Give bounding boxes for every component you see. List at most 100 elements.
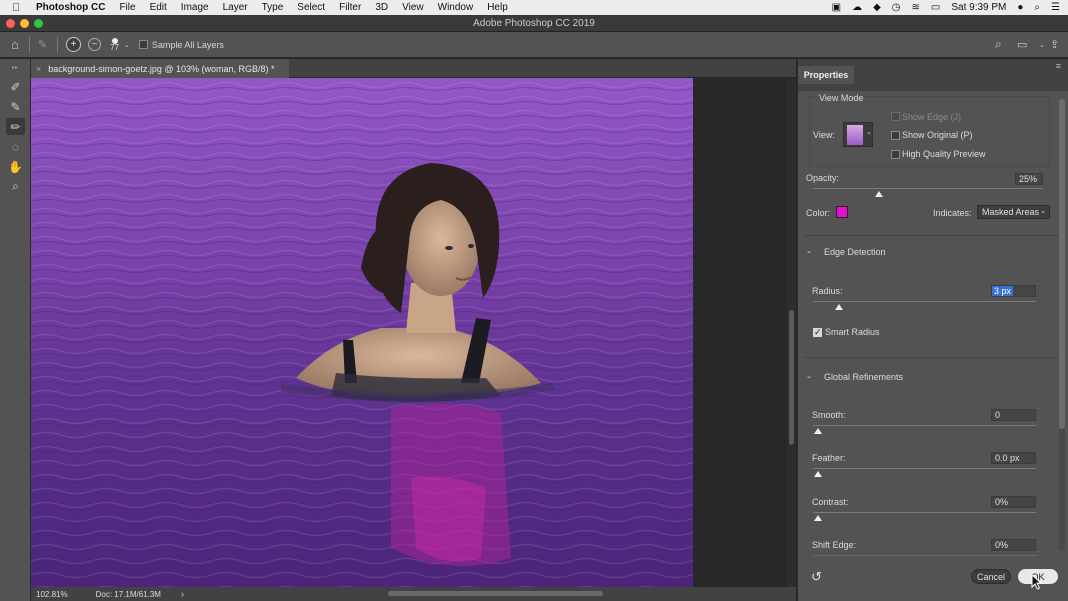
- indicates-dropdown[interactable]: Masked Areas ⌄: [977, 205, 1050, 219]
- radius-slider-track[interactable]: [813, 301, 1036, 302]
- quick-selection-tool-icon[interactable]: ✐: [6, 78, 25, 95]
- brush-size-picker[interactable]: 77: [110, 37, 119, 52]
- vertical-scroll-thumb[interactable]: [789, 310, 794, 445]
- close-window-button[interactable]: [6, 19, 15, 28]
- document-tab-title: background-simon-goetz.jpg @ 103% (woman…: [48, 63, 275, 74]
- share-icon[interactable]: ⇪: [1050, 38, 1059, 51]
- contrast-input[interactable]: 0%: [991, 496, 1036, 508]
- zoom-window-button[interactable]: [34, 19, 43, 28]
- refine-brush-preset-icon[interactable]: ✎: [38, 38, 47, 51]
- feather-slider-track[interactable]: [813, 468, 1036, 469]
- opacity-slider-track[interactable]: [813, 188, 1043, 189]
- global-refinements-header[interactable]: Global Refinements: [824, 372, 903, 382]
- zoom-level[interactable]: 102.81%: [36, 590, 68, 599]
- properties-tab-bar: Properties ≡: [798, 59, 1068, 91]
- refine-edge-brush-tool-icon[interactable]: ✎: [6, 98, 25, 115]
- brush-size-value: 77: [110, 42, 119, 52]
- smooth-input[interactable]: 0: [991, 409, 1036, 421]
- creative-cloud-icon[interactable]: ☁: [852, 2, 862, 13]
- view-chevron-down-icon: ⌄: [866, 129, 872, 136]
- sample-all-layers-checkbox[interactable]: [138, 40, 148, 49]
- indicates-chevron-down-icon: ⌄: [1040, 208, 1046, 215]
- close-tab-icon[interactable]: ×: [36, 64, 41, 74]
- contrast-slider-knob[interactable]: [814, 515, 822, 521]
- horizontal-scroll-thumb[interactable]: [388, 591, 603, 596]
- status-chevron-right-icon[interactable]: ›: [181, 589, 184, 599]
- shift-edge-slider-track[interactable]: [813, 555, 1036, 556]
- brush-tool-icon[interactable]: ✏: [6, 118, 25, 135]
- view-mode-header: View Mode: [819, 93, 864, 103]
- menu-layer[interactable]: Layer: [223, 2, 248, 13]
- user-icon[interactable]: ●: [1017, 2, 1023, 13]
- edge-detection-header[interactable]: Edge Detection: [824, 247, 886, 257]
- smooth-slider-track[interactable]: [813, 425, 1036, 426]
- spotlight-icon[interactable]: ⌕: [1034, 2, 1040, 13]
- canvas-area[interactable]: [31, 78, 787, 587]
- minimize-window-button[interactable]: [20, 19, 29, 28]
- menu-type[interactable]: Type: [262, 2, 284, 13]
- menu-window[interactable]: Window: [438, 2, 474, 13]
- menu-filter[interactable]: Filter: [339, 2, 361, 13]
- smart-radius-checkbox[interactable]: [813, 327, 822, 338]
- tools-panel-collapse-icon[interactable]: ▸▸: [12, 64, 18, 71]
- properties-scrollbar[interactable]: [1059, 99, 1065, 551]
- properties-scroll-thumb[interactable]: [1059, 99, 1065, 429]
- feather-input[interactable]: 0.0 px: [991, 452, 1036, 464]
- search-icon[interactable]: ⌕: [995, 37, 1002, 52]
- menu-image[interactable]: Image: [181, 2, 209, 13]
- menu-select[interactable]: Select: [297, 2, 325, 13]
- mask-color-swatch[interactable]: [836, 206, 848, 218]
- menu-app-name[interactable]: Photoshop CC: [36, 2, 105, 13]
- view-mode-dropdown[interactable]: ⌄: [843, 122, 873, 147]
- properties-tab[interactable]: Properties: [798, 66, 854, 84]
- high-quality-preview-checkbox[interactable]: [891, 150, 900, 159]
- feather-slider-knob[interactable]: [814, 471, 822, 477]
- document-tab-bar: × background-simon-goetz.jpg @ 103% (wom…: [31, 59, 796, 78]
- shift-edge-label: Shift Edge:: [812, 540, 857, 550]
- menu-file[interactable]: File: [119, 2, 135, 13]
- show-edge-checkbox[interactable]: [891, 112, 900, 121]
- show-original-checkbox[interactable]: [891, 131, 900, 140]
- shift-edge-input[interactable]: 0%: [991, 539, 1036, 551]
- lasso-tool-icon[interactable]: ◌: [6, 138, 25, 155]
- screen-record-icon[interactable]: ▣: [832, 2, 841, 13]
- menu-edit[interactable]: Edit: [150, 2, 167, 13]
- radius-slider-knob[interactable]: [834, 304, 843, 310]
- menu-3d[interactable]: 3D: [375, 2, 388, 13]
- workspace-icon[interactable]: ▭: [1017, 38, 1027, 51]
- woman-in-water-image: [31, 78, 693, 587]
- global-refinements-chevron-icon[interactable]: ⌄: [806, 372, 812, 380]
- notification-center-icon[interactable]: ☰: [1051, 2, 1060, 13]
- home-icon[interactable]: ⌂: [11, 37, 19, 52]
- subtract-from-selection-icon[interactable]: −: [88, 38, 102, 51]
- document-tab[interactable]: × background-simon-goetz.jpg @ 103% (wom…: [31, 59, 289, 78]
- panel-menu-icon[interactable]: ≡: [1056, 61, 1061, 71]
- radius-input[interactable]: 3 px: [991, 285, 1036, 297]
- menubar-clock[interactable]: Sat 9:39 PM: [951, 2, 1006, 13]
- opacity-slider-knob[interactable]: [875, 191, 884, 197]
- smooth-slider-knob[interactable]: [814, 428, 822, 434]
- reset-icon[interactable]: ↺: [811, 569, 822, 585]
- chevron-down-icon[interactable]: ⌄: [124, 41, 130, 49]
- opacity-input[interactable]: 25%: [1015, 173, 1043, 185]
- wifi-icon[interactable]: ≋: [912, 2, 920, 13]
- workspace-chevron-icon[interactable]: ⌄: [1039, 41, 1045, 49]
- airplay-icon[interactable]: ▭: [931, 2, 940, 13]
- menu-help[interactable]: Help: [487, 2, 508, 13]
- dropbox-icon[interactable]: ◆: [873, 2, 881, 13]
- apple-icon[interactable]: : [12, 2, 26, 14]
- hand-tool-icon[interactable]: ✋: [6, 158, 25, 175]
- add-to-selection-icon[interactable]: +: [66, 37, 82, 52]
- contrast-slider-track[interactable]: [813, 512, 1036, 513]
- zoom-tool-icon[interactable]: ⌕: [6, 178, 25, 195]
- smart-radius-label: Smart Radius: [825, 327, 880, 337]
- menu-view[interactable]: View: [402, 2, 424, 13]
- time-machine-icon[interactable]: ◷: [892, 2, 901, 13]
- document-image[interactable]: [31, 78, 693, 587]
- color-label: Color:: [806, 208, 831, 218]
- mouse-cursor-icon: [1031, 574, 1042, 590]
- tools-panel: ▸▸ ✐ ✎ ✏ ◌ ✋ ⌕: [0, 59, 31, 601]
- cancel-button[interactable]: Cancel: [971, 569, 1011, 584]
- canvas-vertical-scrollbar[interactable]: [787, 78, 796, 587]
- edge-detection-chevron-icon[interactable]: ⌄: [806, 247, 812, 255]
